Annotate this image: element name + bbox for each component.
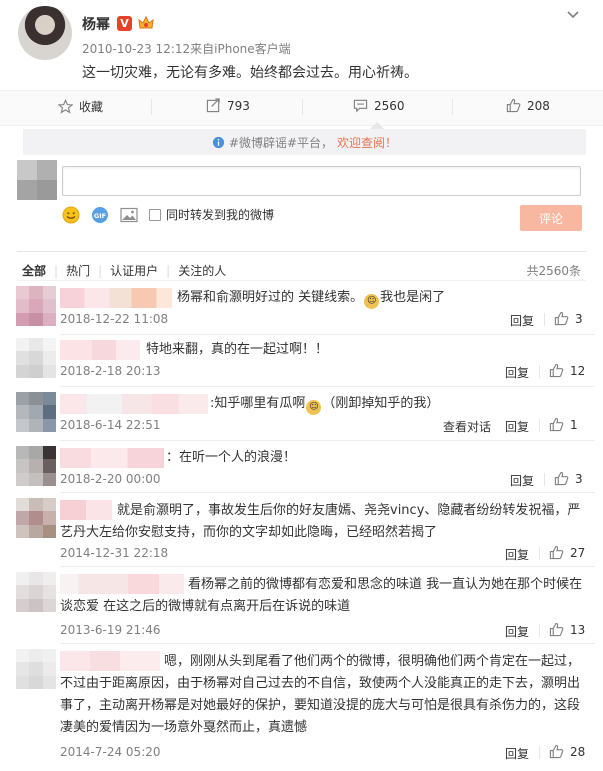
avatar[interactable] (16, 498, 56, 538)
reply-button[interactable]: 回复 (505, 546, 529, 563)
tab-verified[interactable]: 认证用户 (110, 262, 158, 279)
tab-all[interactable]: 全部 (22, 262, 46, 279)
star-icon (58, 99, 73, 114)
like-count: 1 (570, 417, 578, 432)
comment-time: 2014-7-24 05:20 (60, 745, 161, 759)
comment-text: 特地来翻，真的在一起过啊！！ (146, 342, 329, 357)
repost-icon (206, 98, 220, 113)
favorite-label: 收藏 (79, 100, 104, 114)
post-time[interactable]: 2010-10-23 12:12 (82, 42, 190, 56)
thumbs-up-icon (554, 471, 569, 486)
filter-tabs: 全部 | 热门 | 认证用户 | 关注的人 (22, 262, 227, 279)
doge-emoji-icon: ☺ (364, 293, 380, 309)
comment-text: :知乎哪里有瓜啊 ☺ （刚卸掉知乎的我） (210, 393, 439, 415)
comment-like-button[interactable]: 28 (549, 744, 585, 759)
username-redacted (60, 448, 164, 468)
submit-comment-button[interactable]: 评论 (520, 205, 582, 231)
comment-time: 2018-6-14 22:51 (60, 418, 161, 432)
like-count: 3 (575, 471, 583, 486)
verified-v-icon: V (117, 16, 132, 31)
notice-link[interactable]: 欢迎查阅！ (337, 134, 397, 151)
info-icon (212, 136, 224, 148)
like-count: 13 (570, 622, 586, 637)
thumbs-up-icon (549, 744, 564, 759)
image-icon[interactable] (120, 207, 138, 223)
like-count: 208 (527, 98, 550, 113)
comment-time: 2018-2-18 20:13 (60, 364, 161, 378)
comment-button[interactable]: 2560 (353, 98, 405, 113)
avatar[interactable] (16, 649, 56, 689)
comment-text: 嗯，刚刚从头到尾看了他们两个的微博，很明确他们两个肯定在一起过，不过由于距离原因… (60, 654, 581, 735)
notice-hashtag[interactable]: #微博辟谣#平台， (229, 134, 333, 151)
thumbs-up-icon (506, 98, 521, 113)
comment-icon (353, 99, 368, 113)
repost-checkbox[interactable] (149, 209, 161, 221)
username-redacted (60, 340, 140, 360)
thumbs-up-icon (549, 622, 564, 637)
like-count: 27 (570, 545, 586, 560)
avatar[interactable] (18, 6, 72, 60)
reply-button[interactable]: 回复 (510, 472, 534, 489)
comment-text: 就是俞灏明了，事故发生后你的好友唐嫣、尧尧vincy、隐藏者纷纷转发祝福，严艺丹… (60, 503, 581, 540)
reply-button[interactable]: 回复 (505, 623, 529, 640)
like-count: 12 (570, 363, 586, 378)
username-redacted (60, 288, 172, 308)
thumbs-up-icon (549, 545, 564, 560)
emoji-icon[interactable] (62, 206, 80, 224)
reply-button[interactable]: 回复 (505, 364, 529, 381)
thumbs-up-icon (549, 417, 564, 432)
repost-button[interactable]: 793 (206, 98, 250, 113)
reply-button[interactable]: 回复 (510, 312, 534, 329)
comment-time: 2018-2-20 00:00 (60, 472, 161, 486)
like-count: 3 (575, 311, 583, 326)
comment-time: 2013-6-19 21:46 (60, 623, 161, 637)
vip-crown-icon (137, 15, 155, 31)
post-source: 来自iPhone客户端 (190, 42, 291, 56)
reply-button[interactable]: 回复 (505, 418, 529, 435)
comment-text: 看杨幂之前的微博都有恋爱和思念的味道 我一直认为她在那个时候在谈恋爱 在这之后的… (60, 577, 583, 614)
reply-button[interactable]: 回复 (505, 745, 529, 762)
repost-count: 793 (227, 98, 250, 113)
svg-text:GIF: GIF (94, 212, 106, 220)
avatar[interactable] (16, 338, 56, 378)
post-text: 这一切灾难，无论有多难。始终都会过去。用心祈祷。 (82, 65, 418, 81)
comment-input[interactable] (62, 166, 581, 196)
like-button[interactable]: 208 (506, 98, 550, 113)
avatar[interactable] (16, 572, 56, 612)
comment-like-button[interactable]: 3 (554, 471, 583, 486)
thumbs-up-icon (549, 363, 564, 378)
my-avatar (17, 160, 57, 200)
username-redacted (60, 394, 208, 414)
repost-checkbox-label: 同时转发到我的微博 (166, 208, 275, 222)
comment-time: 2014-12-31 22:18 (60, 546, 169, 560)
tab-following[interactable]: 关注的人 (178, 262, 226, 279)
comment-like-button[interactable]: 12 (549, 363, 585, 378)
thumbs-up-icon (554, 311, 569, 326)
laugh-emoji-icon: ☺ (306, 399, 322, 415)
comment-like-button[interactable]: 27 (549, 545, 585, 560)
comment-like-button[interactable]: 13 (549, 622, 585, 637)
comment-time: 2018-12-22 11:08 (60, 312, 169, 326)
comment-count: 2560 (374, 98, 405, 113)
chevron-down-icon[interactable] (566, 10, 580, 20)
comment-like-button[interactable]: 3 (554, 311, 583, 326)
comment-text: ：在听一个人的浪漫！ (166, 450, 297, 465)
author-name[interactable]: 杨幂 (82, 14, 110, 34)
avatar[interactable] (16, 286, 56, 326)
like-count: 28 (570, 744, 586, 759)
avatar[interactable] (16, 392, 56, 432)
comment-text: 杨幂和俞灏明好过的 关键线索。 ☺ 我也是闲了 (177, 287, 445, 309)
gif-icon[interactable]: GIF (91, 206, 109, 224)
comment-like-button[interactable]: 1 (549, 417, 578, 432)
avatar[interactable] (16, 446, 56, 486)
view-conversation-button[interactable]: 查看对话 (443, 418, 491, 435)
notice-bar: #微博辟谣#平台， 欢迎查阅！ (23, 129, 586, 155)
comment-total: 共2560条 (526, 264, 581, 278)
favorite-button[interactable]: 收藏 (58, 98, 103, 115)
tab-hot[interactable]: 热门 (66, 262, 90, 279)
